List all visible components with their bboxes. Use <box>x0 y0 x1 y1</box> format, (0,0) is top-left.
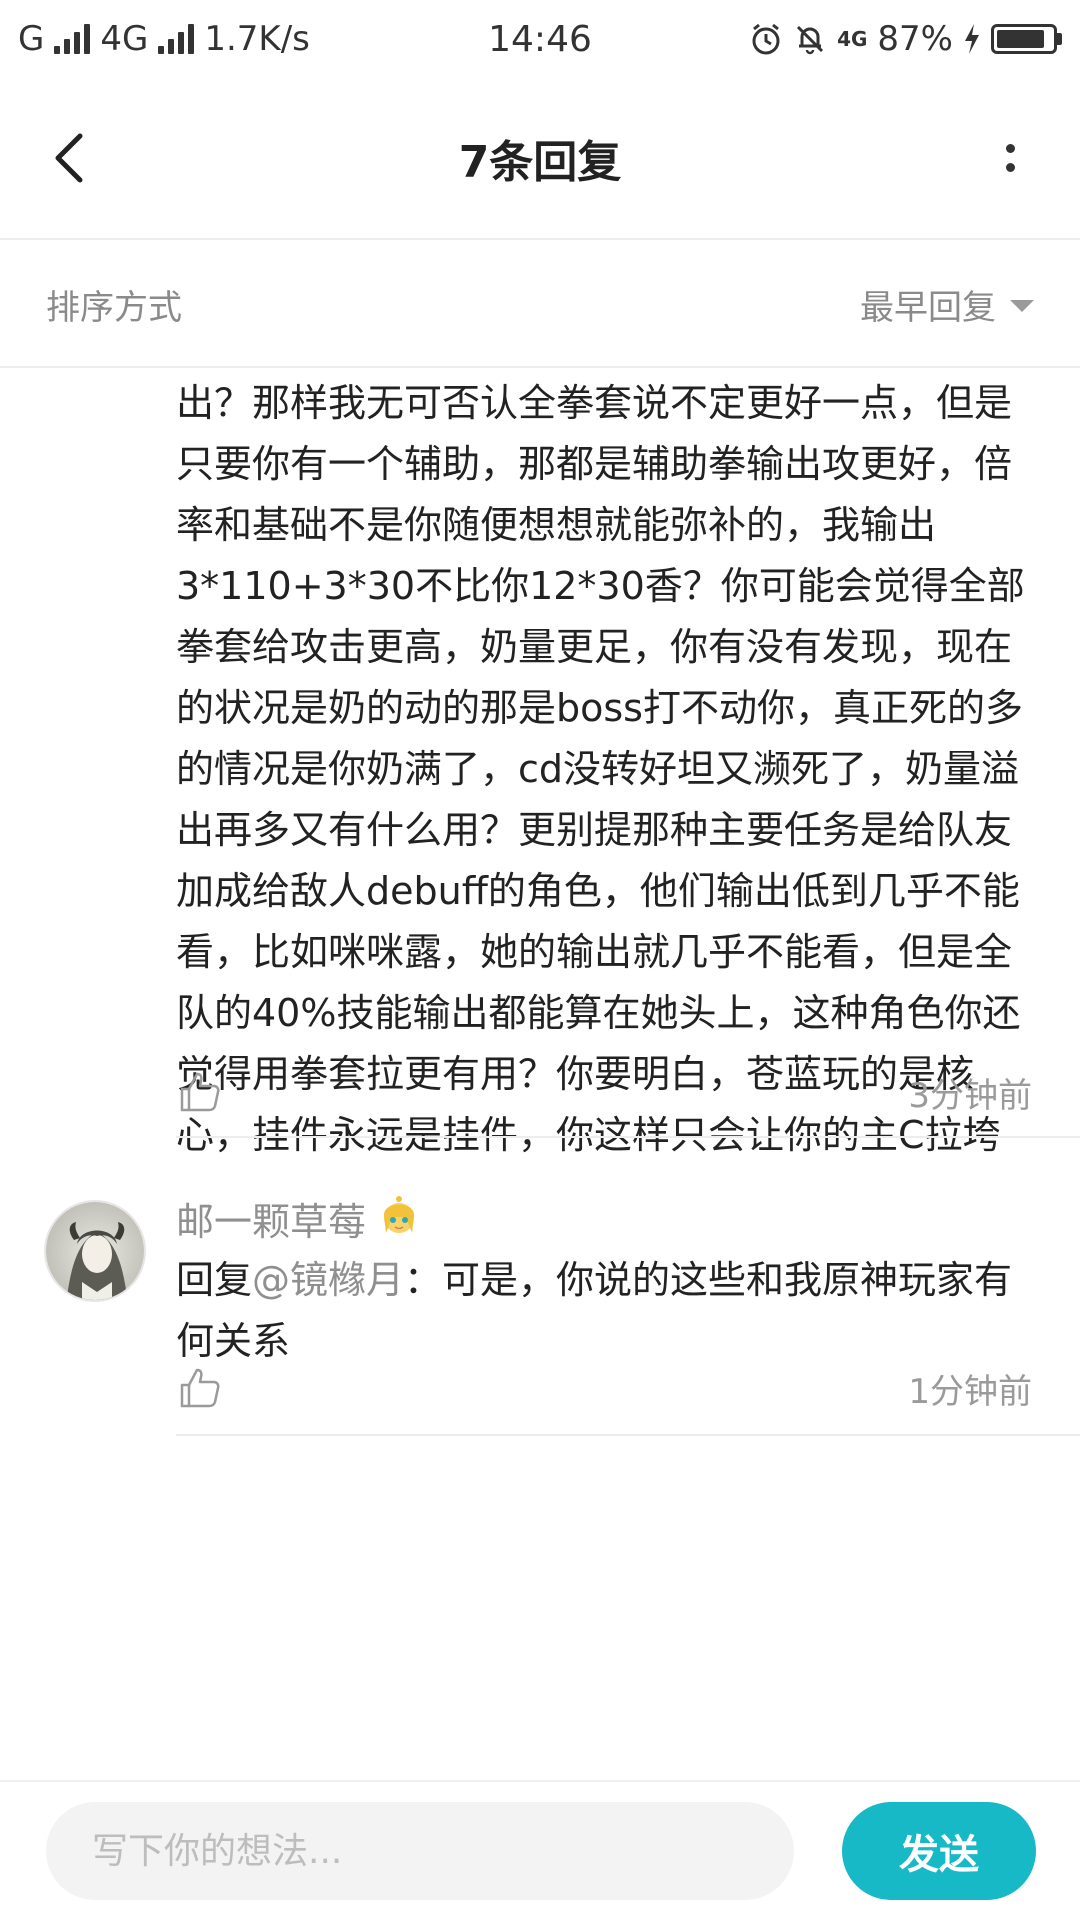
more-button[interactable] <box>980 128 1040 188</box>
battery-icon <box>991 24 1062 54</box>
comment-footer: 1分钟前 <box>176 1358 1032 1418</box>
user-badge-icon <box>376 1193 422 1243</box>
signal-icon <box>158 24 195 54</box>
comment-text: 回复@镜橼月：可是，你说的这些和我原神玩家有何关系 <box>176 1250 1036 1372</box>
network-badge: 4G <box>837 27 868 51</box>
like-button[interactable] <box>176 1364 224 1412</box>
status-left: G 4G 1.7K/s <box>18 19 310 59</box>
thumbs-up-icon <box>180 1368 220 1408</box>
username[interactable]: 邮一颗草莓 <box>176 1191 366 1246</box>
chevron-left-icon <box>55 133 83 183</box>
comment-list[interactable]: 出？那样我无可否认全拳套说不定更好一点，但是只要你有一个辅助，那都是辅助拳输出攻… <box>0 370 1080 1780</box>
alarm-icon <box>749 22 783 56</box>
status-right: 4G 87% <box>749 19 1062 59</box>
comment-footer: 3分钟前 <box>176 1062 1032 1122</box>
mute-bell-icon <box>793 22 827 56</box>
charging-icon <box>963 24 981 54</box>
caret-down-icon <box>1010 300 1034 312</box>
signal-icon <box>54 24 91 54</box>
thumbs-up-icon <box>180 1072 220 1112</box>
reply-prefix: 回复 <box>176 1258 253 1302</box>
send-button[interactable]: 发送 <box>842 1802 1036 1900</box>
sort-bar: 排序方式 最早回复 <box>0 242 1080 368</box>
composer-bar: 发送 <box>0 1780 1080 1920</box>
carrier-1: G <box>18 19 45 59</box>
battery-percent: 87% <box>877 19 953 59</box>
divider <box>176 1136 1080 1138</box>
status-bar: G 4G 1.7K/s 14:46 4G 87% <box>0 0 1080 78</box>
divider <box>176 1434 1080 1436</box>
back-button[interactable] <box>40 128 100 188</box>
username-row: 邮一颗草莓 <box>176 1190 422 1246</box>
comment-time: 1分钟前 <box>908 1371 1032 1412</box>
comment-time: 3分钟前 <box>908 1075 1032 1116</box>
comment-text: 出？那样我无可否认全拳套说不定更好一点，但是只要你有一个辅助，那都是辅助拳输出攻… <box>176 381 1025 1157</box>
page-title: 7条回复 <box>458 137 622 188</box>
mention-link[interactable]: @镜橼月 <box>252 1258 404 1302</box>
app-header: 7条回复 <box>0 78 1080 240</box>
network-speed: 1.7K/s <box>204 19 310 59</box>
sort-dropdown[interactable]: 最早回复 <box>860 280 1034 329</box>
carrier-2: 4G <box>100 19 149 59</box>
avatar[interactable] <box>44 1200 146 1302</box>
sort-label: 排序方式 <box>46 287 182 328</box>
sort-selected: 最早回复 <box>860 287 996 328</box>
like-button[interactable] <box>176 1068 224 1116</box>
more-vertical-icon <box>1005 144 1015 153</box>
comment-input[interactable] <box>46 1802 794 1900</box>
network-4g-icon: 4G <box>837 27 867 51</box>
